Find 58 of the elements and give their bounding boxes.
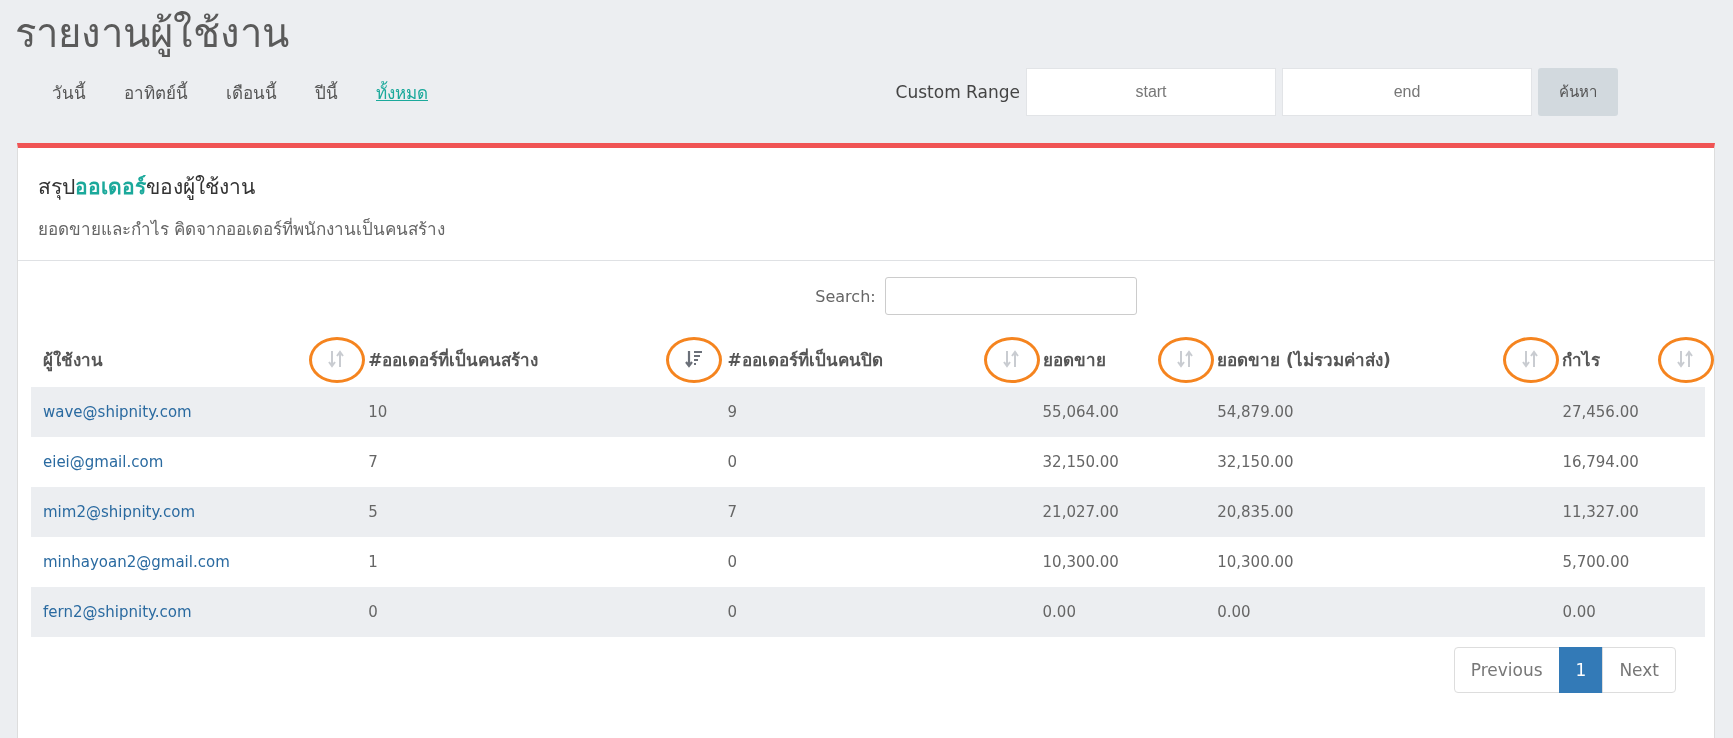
- table-cell: 10,300.00: [1042, 553, 1119, 571]
- table-cell: 0: [727, 553, 737, 571]
- card-title: สรุปออเดอร์ของผู้ใช้งาน: [38, 174, 256, 202]
- user-email-link[interactable]: minhayoan2@gmail.com: [43, 553, 230, 571]
- table-cell: 7: [368, 453, 378, 471]
- next-button[interactable]: Next: [1602, 647, 1676, 693]
- column-header[interactable]: ยอดขาย: [1042, 345, 1106, 373]
- column-header[interactable]: กำไร: [1562, 345, 1601, 373]
- user-email-link[interactable]: mim2@shipnity.com: [43, 503, 196, 521]
- column-header[interactable]: #ออเดอร์ที่เป็นคนสร้าง: [368, 345, 539, 373]
- search-field[interactable]: [884, 277, 1137, 315]
- column-header[interactable]: ยอดขาย (ไม่รวมค่าส่ง): [1217, 345, 1391, 373]
- previous-button[interactable]: Previous: [1453, 647, 1560, 693]
- start-date-field[interactable]: start: [1026, 68, 1276, 116]
- sort-icon[interactable]: [1677, 349, 1693, 369]
- table-cell: 10: [368, 403, 388, 421]
- table-cell: 5,700.00: [1562, 553, 1630, 571]
- sort-icon[interactable]: [1522, 349, 1539, 369]
- sort-icon[interactable]: [1177, 349, 1194, 369]
- page-title: รายงานผู้ใช้งาน: [15, 9, 289, 59]
- table-cell: 16,794.00: [1562, 453, 1639, 471]
- search-button[interactable]: ค้นหา: [1538, 68, 1618, 116]
- table-cell: 20,835.00: [1217, 503, 1294, 521]
- custom-range-label: Custom Range: [895, 82, 1020, 102]
- table-cell: 0: [368, 603, 378, 621]
- user-email-link[interactable]: fern2@shipnity.com: [43, 603, 192, 621]
- period-tab[interactable]: ปีนี้: [315, 78, 338, 106]
- table-cell: 21,027.00: [1042, 503, 1119, 521]
- table-cell: 54,879.00: [1217, 403, 1294, 421]
- period-tab[interactable]: วันนี้: [52, 78, 86, 106]
- user-email-link[interactable]: wave@shipnity.com: [43, 403, 192, 421]
- sort-descending-icon[interactable]: [685, 349, 704, 369]
- table-cell: 0.00: [1562, 603, 1596, 621]
- table-cell: 11,327.00: [1562, 503, 1639, 521]
- column-header[interactable]: ผู้ใช้งาน: [43, 345, 103, 373]
- table-cell: 5: [368, 503, 378, 521]
- end-date-field[interactable]: end: [1282, 68, 1532, 116]
- table-cell: 0: [727, 603, 737, 621]
- table-cell: 32,150.00: [1217, 453, 1294, 471]
- column-header[interactable]: #ออเดอร์ที่เป็นคนปิด: [727, 345, 883, 373]
- table-cell: 55,064.00: [1042, 403, 1119, 421]
- page-button[interactable]: 1: [1558, 647, 1604, 693]
- period-tab[interactable]: อาทิตย์นี้: [124, 78, 188, 106]
- table-cell: 1: [368, 553, 378, 571]
- table-cell: 9: [727, 403, 737, 421]
- table-cell: 10,300.00: [1217, 553, 1294, 571]
- card-subtitle: ยอดขายและกำไร คิดจากออเดอร์ที่พนักงานเป็นคนสร้าง: [38, 216, 447, 241]
- table-cell: 0.00: [1042, 603, 1076, 621]
- table-cell: 27,456.00: [1562, 403, 1639, 421]
- table-cell: 32,150.00: [1042, 453, 1119, 471]
- period-tab[interactable]: เดือนนี้: [226, 78, 277, 106]
- sort-icon[interactable]: [1002, 349, 1019, 369]
- table-cell: 0.00: [1217, 603, 1251, 621]
- user-email-link[interactable]: eiei@gmail.com: [43, 453, 164, 471]
- table-cell: 0: [727, 453, 737, 471]
- sort-icon[interactable]: [328, 349, 345, 369]
- search-label: Search:: [815, 286, 876, 306]
- table-cell: 7: [727, 503, 737, 521]
